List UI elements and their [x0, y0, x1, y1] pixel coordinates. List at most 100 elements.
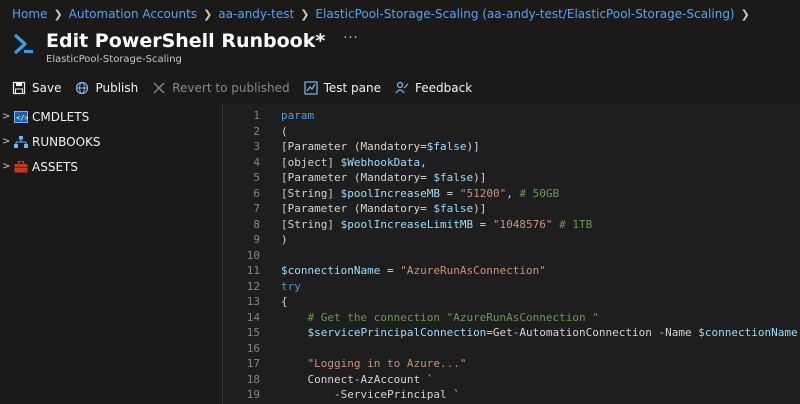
line-number: 9 — [253, 233, 260, 246]
code-text: $servicePrincipalConnection=Get-Automati… — [281, 325, 798, 340]
code-token: =Get-AutomationConnection -Name — [486, 326, 699, 339]
more-options-button[interactable]: ··· — [343, 31, 358, 46]
code-token: "51200" — [459, 186, 507, 200]
line-number: 11 — [246, 264, 260, 277]
code-line[interactable]: 14 # Get the connection "AzureRunAsConne… — [224, 310, 800, 325]
tree-item-runbooks[interactable]: > RUNBOOKS — [0, 129, 222, 154]
code-token: "AzureRunAsConnection" — [400, 264, 546, 277]
chart-line-icon — [304, 81, 318, 95]
code-line[interactable]: 17 "Logging in to Azure..." — [224, 356, 800, 371]
code-token: -ServicePrincipal ` — [281, 388, 460, 401]
code-text: Connect-AzAccount ` — [281, 372, 433, 387]
code-token: $connectionName — [698, 326, 798, 339]
code-token: $connectionName — [281, 264, 381, 277]
code-line[interactable]: 1 param — [224, 108, 800, 123]
code-line[interactable]: 6 [String] $poolIncreaseMB = "51200", # 5… — [224, 186, 800, 201]
tree-item-cmdlets[interactable]: > </> CMDLETS — [0, 104, 222, 129]
chevron-right-icon: ❯ — [740, 7, 750, 21]
code-token: "1048576" — [492, 217, 553, 231]
line-number: 14 — [246, 310, 260, 324]
code-token: [String] — [281, 186, 341, 200]
code-text: "Logging in to Azure..." — [281, 356, 467, 371]
line-number: 7 — [253, 202, 260, 215]
code-token: ( — [281, 124, 288, 138]
code-text: -ServicePrincipal ` — [281, 387, 460, 402]
line-number: 10 — [246, 248, 260, 262]
code-token: )] — [473, 202, 487, 215]
code-text: [Parameter (Mandatory= $false)] — [281, 170, 486, 185]
toolbar: Save Publish Revert to published Test pa… — [12, 78, 486, 98]
code-text: { — [281, 294, 288, 309]
code-text: # Get the connection "AzureRunAsConnecti… — [281, 310, 599, 325]
code-line[interactable]: 2( — [224, 124, 800, 139]
line-number: 16 — [246, 341, 260, 355]
code-token: )] — [466, 140, 480, 153]
chevron-right-icon: ❯ — [203, 7, 213, 21]
chevron-right-icon: > — [2, 111, 11, 122]
breadcrumb-account[interactable]: aa-andy-test — [218, 7, 294, 21]
publish-button[interactable]: Publish — [75, 81, 138, 95]
chevron-right-icon: ❯ — [53, 7, 63, 21]
revert-button[interactable]: Revert to published — [152, 81, 290, 95]
code-line[interactable]: 10 — [224, 248, 800, 263]
code-line[interactable]: 16 — [224, 341, 800, 356]
code-token: { — [281, 295, 288, 308]
breadcrumb: Home ❯ Automation Accounts ❯ aa-andy-tes… — [12, 5, 756, 23]
code-text: param — [281, 108, 314, 123]
code-token: $poolIncreaseLimitMB — [340, 217, 474, 231]
code-text: [Parameter (Mandatory= $false)] — [281, 201, 486, 216]
code-text: [object] $WebhookData, — [281, 155, 427, 170]
test-pane-button[interactable]: Test pane — [304, 81, 381, 95]
code-token: $false — [433, 171, 474, 184]
code-line[interactable]: 3 [Parameter (Mandatory=$false)] — [224, 139, 800, 154]
code-line[interactable]: 15 $servicePrincipalConnection=Get-Autom… — [224, 325, 800, 340]
code-text: ( — [281, 124, 288, 139]
breadcrumb-runbook[interactable]: ElasticPool-Storage-Scaling (aa-andy-tes… — [315, 7, 734, 21]
chevron-right-icon: ❯ — [300, 7, 310, 21]
line-number: 18 — [246, 372, 260, 386]
powershell-icon — [13, 33, 33, 55]
code-line[interactable]: 12 try — [224, 279, 800, 294]
save-button[interactable]: Save — [12, 81, 61, 95]
title-block: Edit PowerShell Runbook* ElasticPool-Sto… — [46, 30, 325, 65]
code-line[interactable]: 5 [Parameter (Mandatory= $false)] — [224, 170, 800, 185]
page-subtitle: ElasticPool-Storage-Scaling — [46, 54, 182, 65]
code-token: $WebhookData — [340, 155, 421, 169]
breadcrumb-home[interactable]: Home — [12, 7, 47, 21]
code-token: try — [281, 279, 301, 293]
code-token: # Get the connection "AzureRunAsConnecti… — [307, 310, 599, 324]
code-token: , — [420, 155, 427, 169]
code-text: [String] $poolIncreaseLimitMB = "1048576… — [281, 217, 592, 232]
code-line[interactable]: 18 Connect-AzAccount ` — [224, 372, 800, 387]
feedback-label: Feedback — [415, 81, 473, 95]
code-token: # 1TB — [559, 217, 593, 231]
code-editor[interactable]: 1 param 2(3 [Parameter (Mandatory=$false)] 4… — [224, 104, 800, 404]
code-line[interactable]: 19 -ServicePrincipal ` — [224, 387, 800, 402]
code-line[interactable]: 13 { — [224, 294, 800, 309]
tree-label-runbooks: RUNBOOKS — [32, 134, 101, 149]
code-token: = — [380, 264, 401, 277]
code-token: [Parameter (Mandatory= — [281, 202, 434, 215]
code-line[interactable]: 7 [Parameter (Mandatory= $false)] — [224, 201, 800, 216]
code-line[interactable]: 11 $connectionName = "AzureRunAsConnectio… — [224, 263, 800, 278]
line-number: 4 — [253, 155, 260, 169]
breadcrumb-automation-accounts[interactable]: Automation Accounts — [69, 7, 197, 21]
feedback-button[interactable]: Feedback — [395, 81, 472, 95]
tree-item-assets[interactable]: > ASSETS — [0, 154, 222, 179]
page-header: Edit PowerShell Runbook* ElasticPool-Sto… — [12, 30, 359, 65]
line-number: 3 — [253, 140, 260, 153]
code-line[interactable]: 4 [object] $WebhookData, — [224, 155, 800, 170]
page-title: Edit PowerShell Runbook* — [46, 30, 326, 52]
toolbox-icon — [14, 160, 28, 172]
line-number: 1 — [253, 109, 260, 122]
publish-label: Publish — [95, 81, 139, 95]
code-token: = — [439, 186, 460, 200]
code-line[interactable]: 9) — [224, 232, 800, 247]
code-token: $servicePrincipalConnection — [307, 326, 487, 339]
save-icon — [12, 81, 26, 95]
code-text: $connectionName = "AzureRunAsConnection" — [281, 263, 546, 278]
code-token: = — [473, 217, 493, 231]
code-line[interactable]: 8 [String] $poolIncreaseLimitMB = "104857… — [224, 217, 800, 232]
